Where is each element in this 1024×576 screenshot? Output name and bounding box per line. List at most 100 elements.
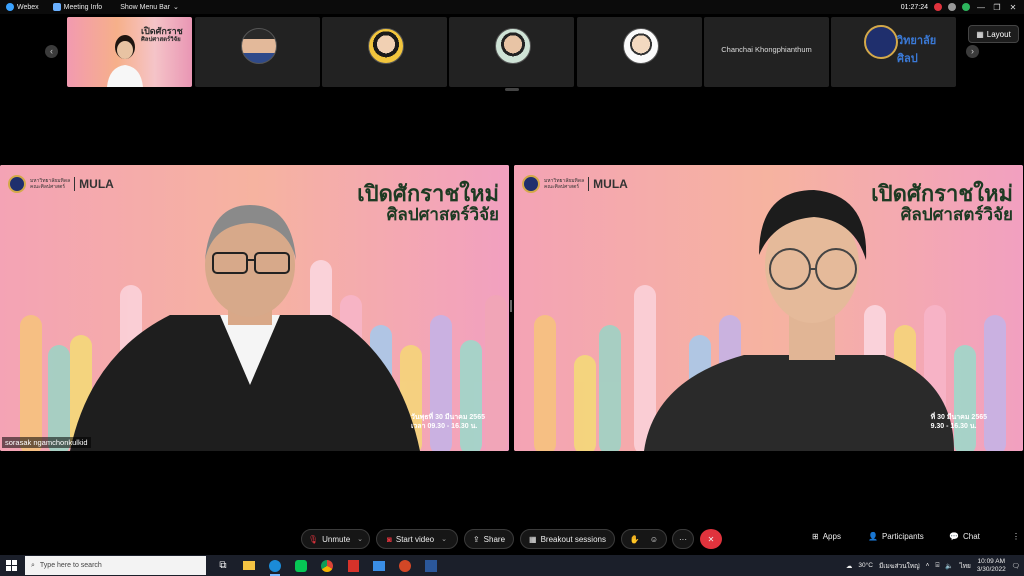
participant-thumbnail[interactable]: [322, 17, 447, 87]
apps-icon: ⊞: [812, 532, 819, 541]
tile-divider-handle[interactable]: [510, 300, 512, 312]
strip-prev-button[interactable]: ‹: [45, 45, 58, 58]
participant-thumbnail[interactable]: [449, 17, 574, 87]
participants-label: Participants: [881, 532, 924, 541]
windows-taskbar: ⌕ Type here to search ⧉ ☁ 30°C มีเมฆส่วน…: [0, 555, 1024, 576]
layout-button[interactable]: ▦ Layout: [968, 25, 1019, 43]
faculty-logo: มหาวิทยาลัยมหิดล คณะศิลปศาสตร์ MULA: [8, 175, 114, 193]
network-icon[interactable]: ⌸: [935, 562, 939, 570]
webex-taskbar-icon[interactable]: [266, 557, 284, 576]
minimize-button[interactable]: —: [976, 3, 986, 12]
windows-logo-icon: [5, 560, 17, 571]
avatar: [623, 28, 659, 64]
raise-hand-icon[interactable]: ✋: [630, 535, 640, 544]
university-seal-icon: [864, 25, 898, 59]
restore-button[interactable]: ❐: [992, 3, 1002, 12]
university-seal-icon: [522, 175, 540, 193]
avatar: [368, 28, 404, 64]
university-name-line2: คณะศิลปศาสตร์: [544, 184, 580, 190]
self-view-thumbnail[interactable]: เปิดศักราช ศิลปศาสตร์วิจัย: [67, 17, 192, 87]
leave-meeting-button[interactable]: ✕: [700, 529, 722, 549]
university-name: มหาวิทยาลัยมหิดล คณะศิลปศาสตร์: [544, 178, 584, 190]
word-icon[interactable]: [422, 557, 440, 575]
input-language[interactable]: ไทย: [959, 561, 970, 571]
event-date-line1: ที่ 30 มีนาคม 2565: [930, 414, 987, 421]
search-icon: ⌕: [31, 561, 35, 569]
avatar: [495, 28, 531, 64]
app-name: Webex: [17, 3, 39, 11]
breakout-sessions-button[interactable]: ▦ Breakout sessions: [520, 529, 615, 549]
app-menu[interactable]: Webex: [6, 3, 39, 11]
strip-scroll-indicator[interactable]: [505, 88, 519, 91]
security-icon: [962, 3, 970, 11]
video-tile-speaker[interactable]: มหาวิทยาลัยมหิดล คณะศิลปศาสตร์ MULA เปิด…: [0, 165, 509, 451]
line-app-icon[interactable]: [292, 557, 310, 575]
reactions-icon[interactable]: ☺: [650, 535, 658, 544]
apps-button[interactable]: ⊞ Apps: [812, 532, 841, 541]
chevron-left-icon: ‹: [50, 46, 53, 56]
chrome-icon[interactable]: [318, 557, 336, 575]
chevron-right-icon: ›: [971, 46, 974, 56]
brand-mu: MU: [79, 177, 98, 191]
strip-next-button[interactable]: ›: [966, 45, 979, 58]
panel-menu-button[interactable]: ⋮: [1012, 532, 1020, 541]
faculty-logo: มหาวิทยาลัยมหิดล คณะศิลปศาสตร์ MULA: [522, 175, 628, 193]
file-explorer-icon[interactable]: [240, 557, 258, 575]
brand-logo: MULA: [74, 177, 114, 191]
taskbar-search-box[interactable]: ⌕ Type here to search: [25, 556, 206, 575]
recording-icon: [934, 3, 942, 11]
participant-name-tag: sorasak ngamchonkulkid: [2, 437, 91, 448]
chevron-down-icon: ⌄: [173, 4, 179, 11]
event-date-line1: วันพุธที่ 30 มีนาคม 2565: [410, 414, 485, 421]
share-icon: ⇪: [472, 534, 480, 544]
meeting-info-button[interactable]: Meeting Info: [52, 3, 102, 11]
start-video-button[interactable]: ◙ Start video ⌄: [376, 529, 458, 549]
chevron-up-icon[interactable]: ˄: [926, 562, 930, 569]
university-seal-icon: [8, 175, 26, 193]
chevron-down-icon[interactable]: ⌄: [441, 535, 447, 543]
headline-line2: ศิลปศาสตร์วิจัย: [900, 205, 1013, 224]
volume-icon[interactable]: 🔈: [945, 562, 953, 570]
acrobat-icon[interactable]: [344, 557, 362, 575]
shield-icon: [52, 3, 61, 11]
share-button[interactable]: ⇪ Share: [464, 529, 514, 549]
notifications-icon[interactable]: 🗨: [1012, 562, 1020, 570]
headline-line1: เปิดศักราชใหม่: [871, 181, 1013, 206]
participant-thumbnail[interactable]: [577, 17, 702, 87]
webex-logo-icon: [6, 3, 14, 11]
share-label: Share: [483, 534, 506, 544]
participants-button[interactable]: 👤 Participants: [868, 532, 924, 541]
logo-text: วิทยาลัยศิลป: [897, 35, 937, 65]
start-video-label: Start video: [395, 534, 435, 544]
reactions-group: ✋ ☺: [621, 529, 667, 549]
participant-thumbnail[interactable]: Chanchai Khongphianthum: [704, 17, 829, 87]
participant-thumbnail[interactable]: วิทยาลัยศิลป: [831, 17, 956, 87]
weather-temp[interactable]: 30°C: [858, 562, 873, 569]
chat-label: Chat: [962, 532, 980, 541]
more-options-button[interactable]: ···: [672, 529, 694, 549]
taskbar-clock[interactable]: 10:09 AM 3/30/2022: [977, 558, 1006, 574]
unmute-button[interactable]: 🎙 Unmute ⌄: [301, 529, 370, 549]
event-date: วันพุธที่ 30 มีนาคม 2565 เวลา 09.30 - 16…: [411, 413, 485, 431]
task-view-icon[interactable]: ⧉: [214, 557, 232, 575]
chat-button[interactable]: 💬 Chat: [949, 532, 980, 541]
apps-label: Apps: [822, 532, 841, 541]
participant-thumbnail[interactable]: [195, 17, 320, 87]
video-tile-participant[interactable]: มหาวิทยาลัยมหิดล คณะศิลปศาสตร์ MULA เปิด…: [514, 165, 1023, 451]
self-view-title: เปิดศักราช ศิลปศาสตร์วิจัย: [141, 27, 183, 45]
close-icon: ✕: [707, 534, 715, 544]
show-menu-bar-button[interactable]: Show Menu Bar ⌄: [120, 3, 179, 12]
title-bar: Webex Meeting Info Show Menu Bar ⌄ 01:27…: [0, 0, 1024, 14]
close-button[interactable]: ✕: [1008, 3, 1018, 12]
powerpoint-icon[interactable]: [396, 557, 414, 575]
brand-mu: MU: [593, 177, 612, 191]
headline-line1: เปิดศักราชใหม่: [357, 181, 499, 206]
avatar: [241, 28, 277, 64]
self-view-title-line2: ศิลปศาสตร์วิจัย: [141, 37, 181, 43]
brand-la: LA: [97, 177, 114, 191]
photos-icon[interactable]: [370, 557, 388, 575]
system-tray: ☁ 30°C มีเมฆส่วนใหญ่ ˄ ⌸ 🔈 ไทย 10:09 AM …: [846, 555, 1020, 576]
event-headline: เปิดศักราชใหม่ ศิลปศาสตร์วิจัย: [871, 181, 1013, 225]
chevron-down-icon[interactable]: ⌄: [357, 535, 363, 543]
start-button[interactable]: [3, 555, 19, 576]
